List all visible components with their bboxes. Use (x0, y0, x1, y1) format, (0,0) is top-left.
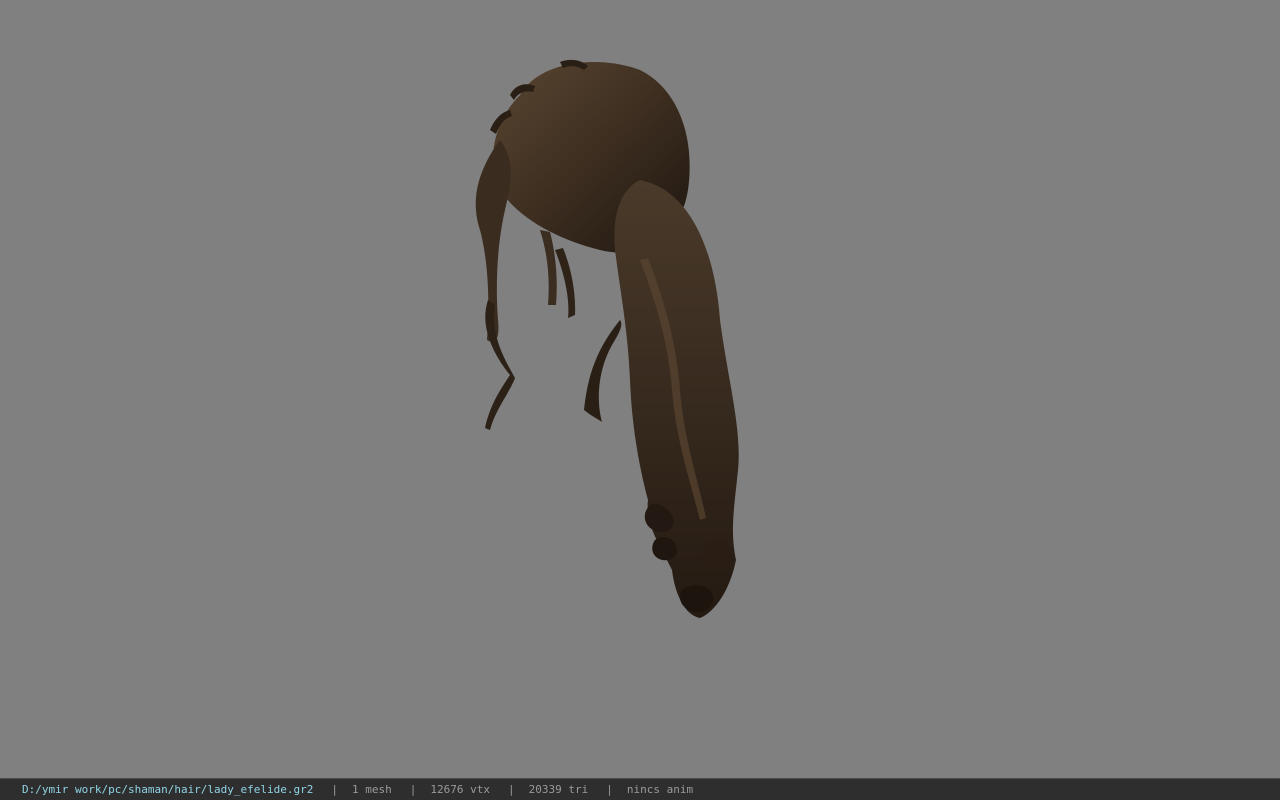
anim-status: nincs anim (626, 783, 694, 796)
separator: | (331, 783, 339, 796)
status-bar: D:/ymir work/pc/shaman/hair/lady_efelide… (0, 778, 1280, 800)
file-path: D:/ymir work/pc/shaman/hair/lady_efelide… (22, 783, 314, 796)
3d-viewport[interactable] (0, 0, 1280, 778)
hair-mesh-icon (475, 59, 739, 618)
separator: | (409, 783, 417, 796)
vertex-count: 12676 vtx (430, 783, 491, 796)
triangle-count: 20339 tri (528, 783, 589, 796)
separator: | (606, 783, 613, 796)
separator: | (508, 783, 515, 796)
mesh-count: 1 mesh (352, 783, 392, 796)
